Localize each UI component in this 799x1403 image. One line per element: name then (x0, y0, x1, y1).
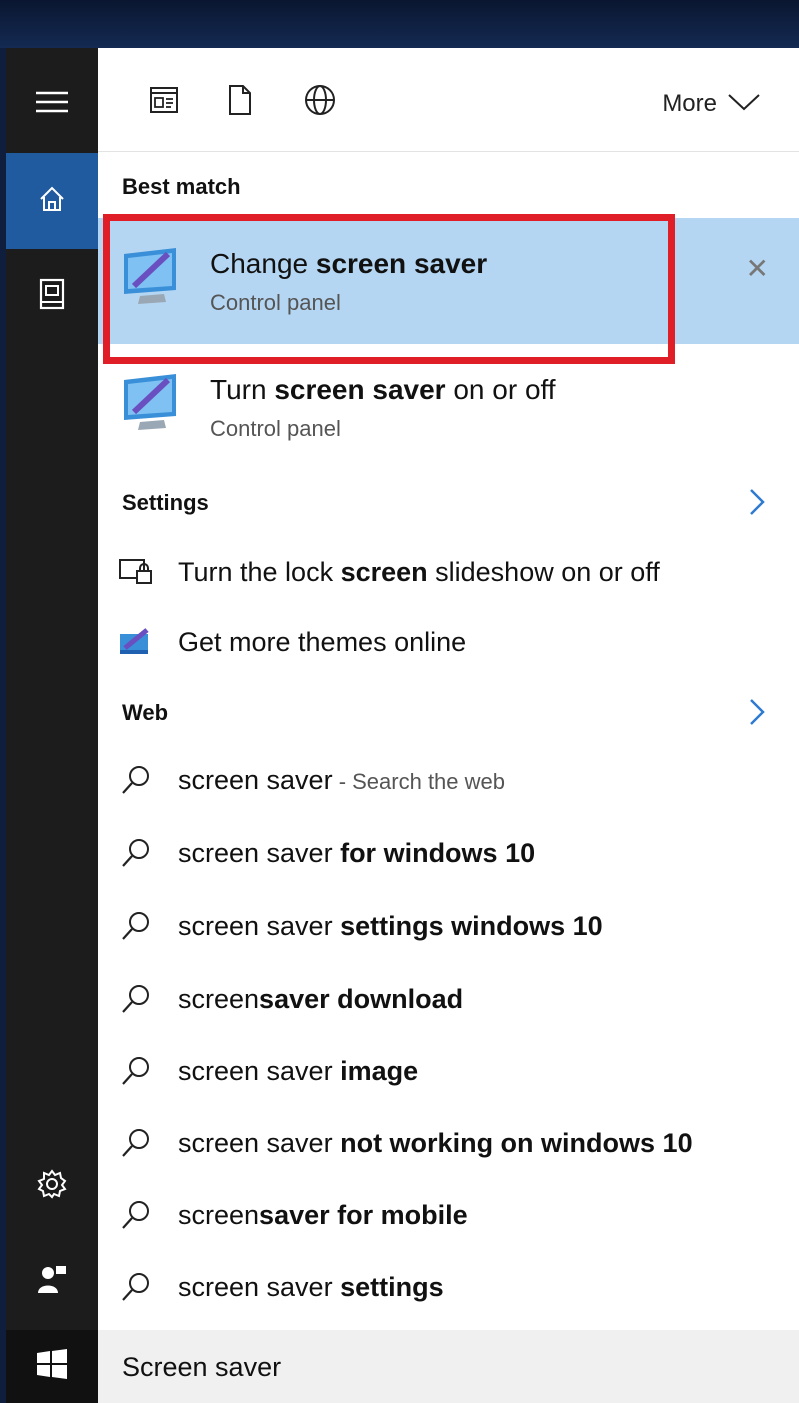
settings-item-label: Turn the lock screen slideshow on or off (178, 556, 660, 587)
more-label: More (662, 90, 717, 117)
web-suggestion-label: screensaver download (178, 983, 464, 1014)
settings-heading: Settings (122, 490, 209, 515)
settings-item-lock-screen-slideshow[interactable]: Turn the lock screen slideshow on or off (98, 540, 799, 604)
search-icon (118, 1271, 154, 1303)
settings-gear-icon (36, 1168, 68, 1205)
web-suggestion-label: screen saver image (178, 1055, 419, 1086)
web-suggestion-label: screensaver for mobile (178, 1199, 468, 1230)
windows-logo-icon (37, 1349, 67, 1384)
best-match-heading: Best match (122, 174, 241, 199)
web-chevron-right-icon[interactable] (747, 698, 767, 726)
search-icon (118, 983, 154, 1015)
search-icon (118, 1055, 154, 1087)
web-suggestion[interactable]: screensaver download (98, 967, 799, 1031)
web-suggestion[interactable]: screen saver settings windows 10 (98, 894, 799, 958)
close-icon[interactable]: ✕ (746, 252, 769, 285)
match-title: Turn screen saver on or off (210, 374, 556, 405)
notebook-button[interactable] (6, 248, 98, 344)
feedback-icon (37, 1264, 67, 1299)
highlight-annotation-box (103, 214, 675, 364)
web-suggestion[interactable]: screen saver image (98, 1039, 799, 1103)
web-suggestion[interactable]: screen saver for windows 10 (98, 821, 799, 885)
web-filter-button[interactable] (304, 84, 336, 121)
home-icon (38, 185, 66, 218)
web-suggestion-label: screen saver settings windows 10 (178, 910, 603, 941)
apps-filter-button[interactable] (148, 86, 180, 118)
web-suggestion[interactable]: screensaver for mobile (98, 1183, 799, 1247)
web-suggestion[interactable]: screen saver settings (98, 1255, 799, 1319)
desktop-background (0, 0, 799, 48)
feedback-button[interactable] (6, 1233, 98, 1329)
search-icon (118, 1127, 154, 1159)
themes-icon (118, 626, 154, 658)
search-icon (118, 910, 154, 942)
notebook-icon (39, 278, 65, 315)
search-icon (118, 764, 154, 796)
search-icon (118, 837, 154, 869)
settings-chevron-right-icon[interactable] (747, 488, 767, 516)
web-suggestion[interactable]: screen saver - Search the web (98, 748, 799, 812)
web-suggestion-label: screen saver - Search the web (178, 764, 506, 795)
filter-bar: More (98, 48, 799, 152)
web-suggestion-label: screen saver not working on windows 10 (178, 1127, 693, 1158)
apps-filter-icon (150, 86, 178, 118)
web-heading: Web (122, 700, 169, 725)
start-sidebar (6, 48, 98, 1403)
documents-filter-button[interactable] (224, 84, 256, 120)
lock-screen-icon (118, 556, 154, 588)
settings-item-label: Get more themes online (178, 626, 467, 657)
more-filters-button[interactable]: More (662, 90, 761, 118)
web-suggestion-label: screen saver settings (178, 1271, 444, 1302)
documents-filter-icon (229, 84, 251, 120)
chevron-down-icon (727, 90, 761, 118)
search-icon (118, 1199, 154, 1231)
home-button[interactable] (6, 153, 98, 249)
search-bar (98, 1330, 799, 1403)
web-suggestion-label: screen saver for windows 10 (178, 837, 536, 868)
settings-button[interactable] (6, 1138, 98, 1234)
web-filter-icon (304, 84, 336, 121)
screen-saver-app-icon (120, 372, 182, 434)
web-suggestion[interactable]: screen saver not working on windows 10 (98, 1111, 799, 1175)
match-subtitle: Control panel (210, 416, 341, 441)
windows-start-button[interactable] (6, 1330, 98, 1403)
hamburger-menu-button[interactable] (6, 56, 98, 152)
settings-item-get-more-themes[interactable]: Get more themes online (98, 610, 799, 674)
hamburger-menu-icon (36, 91, 68, 118)
search-input[interactable] (122, 1344, 762, 1390)
